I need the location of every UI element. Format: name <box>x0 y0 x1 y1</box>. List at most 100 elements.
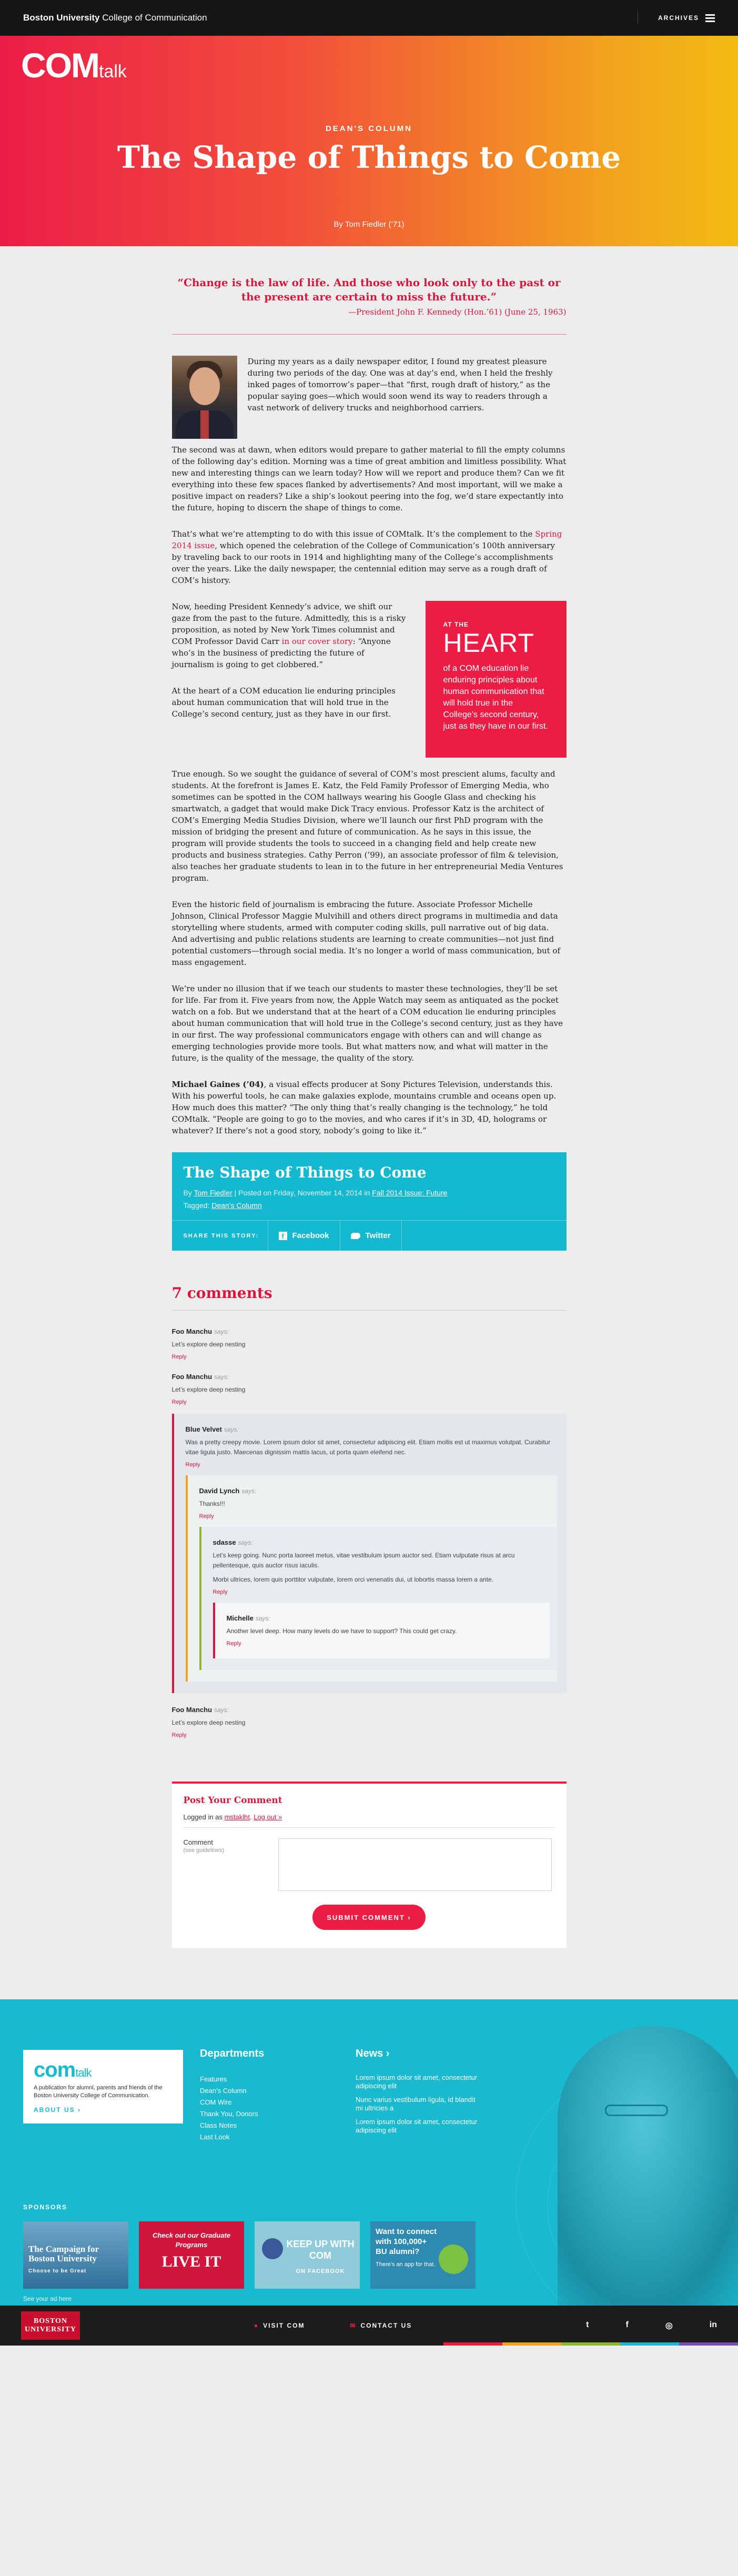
author-link[interactable]: Tom Fiedler <box>194 1189 232 1197</box>
comment-form: Post Your Comment Logged in as mstaklht.… <box>171 1782 567 1948</box>
paragraph: Michael Gaines (’04), a visual effects p… <box>171 1080 557 1135</box>
twitter-icon[interactable]: t <box>586 2320 589 2331</box>
man-with-glasses-photo <box>558 2026 738 2306</box>
sponsors-label: SPONSORS <box>23 2203 68 2211</box>
footer-logo[interactable]: comtalk <box>34 2058 173 2082</box>
dept-link[interactable]: Thank You, Donors <box>200 2108 264 2120</box>
article-body: “Change is the law of life. And those wh… <box>171 246 567 1948</box>
university-brand[interactable]: Boston University College of Communicati… <box>23 13 207 23</box>
twitter-icon <box>350 1232 360 1239</box>
facebook-share-button[interactable]: f Facebook <box>267 1220 340 1251</box>
comments-section: 7 comments Foo Manchu says: Let’s explore… <box>171 1284 567 1745</box>
reply-link[interactable]: Reply <box>172 1732 567 1738</box>
location-pin-icon: ● <box>254 2322 259 2329</box>
reply-link[interactable]: Reply <box>227 1641 550 1647</box>
news-link[interactable]: Lorem ipsum dolor sit amet, consectetur … <box>356 2074 482 2090</box>
user-link[interactable]: mstaklht <box>225 1813 250 1821</box>
paragraph: True enough. So we sought the guidance o… <box>171 769 563 883</box>
mail-icon: ✉ <box>350 2322 357 2329</box>
article-info-card: The Shape of Things to Come By Tom Fiedl… <box>171 1152 567 1251</box>
comment: Foo Manchu says: Let’s explore deep nesti… <box>172 1699 567 1745</box>
dept-link[interactable]: Class Notes <box>200 2120 264 2131</box>
paragraph: Even the historic field of journalism is… <box>171 900 561 967</box>
dept-link[interactable]: Dean’s Column <box>200 2085 264 2097</box>
tag-link[interactable]: Dean’s Column <box>211 1201 261 1210</box>
news-heading[interactable]: News › <box>356 2048 482 2060</box>
linkedin-icon[interactable]: in <box>710 2320 717 2331</box>
facebook-ad[interactable]: KEEP UP WITH COM ON FACEBOOK <box>255 2221 360 2289</box>
byline: By Tom Fiedler (’71) <box>333 220 405 229</box>
reply-link[interactable]: Reply <box>172 1399 567 1405</box>
comment: Foo Manchu says: Let’s explore deep nesti… <box>172 1321 567 1366</box>
comment: Blue Velvet says: Was a pretty creepy mov… <box>185 1419 567 1688</box>
submit-comment-button[interactable]: SUBMIT COMMENT › <box>312 1905 426 1930</box>
glasses-icon <box>605 2105 668 2116</box>
facebook-icon[interactable]: f <box>625 2320 628 2331</box>
divider <box>171 334 567 335</box>
comment-label: Comment (see guidelines) <box>183 1838 225 1854</box>
campaign-ad[interactable]: The Campaign for Boston University Choose… <box>23 2221 128 2289</box>
cover-story-link[interactable]: in our cover story <box>282 637 353 646</box>
login-status: Logged in as mstaklht. Log out » <box>183 1813 282 1821</box>
visit-com-link[interactable]: ● VISIT COM <box>254 2322 305 2329</box>
dept-link[interactable]: Last Look <box>200 2131 264 2143</box>
bu-logo[interactable]: BOSTON UNIVERSITY <box>21 2311 80 2340</box>
share-bar: SHARE THIS STORY: f Facebook Twitter <box>171 1220 567 1251</box>
comment-author: Blue Velvet <box>185 1425 222 1433</box>
graduate-programs-ad[interactable]: Check out our Graduate Programs LIVE IT <box>139 2221 244 2289</box>
comment-author: David Lynch <box>199 1487 240 1495</box>
comment-author: Michelle <box>226 1614 254 1622</box>
bottom-bar: BOSTON UNIVERSITY ● VISIT COM ✉ CONTACT US … <box>0 2306 738 2346</box>
comtalk-logo[interactable]: COMtalk <box>21 45 127 85</box>
thumbs-up-icon <box>262 2238 283 2259</box>
reply-link[interactable]: Reply <box>199 1513 557 1520</box>
news-link[interactable]: Nunc varius vestibulum ligula, id blandi… <box>356 2096 482 2112</box>
article-title: The Shape of Things to Come <box>117 139 621 175</box>
quote-attribution: —President John F. Kennedy (Hon.’61) (Ju… <box>348 307 567 317</box>
logout-link[interactable]: Log out » <box>254 1813 282 1821</box>
issue-link[interactable]: Fall 2014 Issue: Future <box>372 1189 447 1197</box>
comment: David Lynch says: Thanks!!! Reply sdasse s… <box>199 1481 557 1676</box>
comment-textarea[interactable] <box>278 1838 552 1891</box>
comments-heading: 7 comments <box>171 1284 272 1302</box>
news-link[interactable]: Lorem ipsum dolor sit amet, consectetur … <box>356 2118 482 2135</box>
comment: Foo Manchu says: Let’s explore deep nesti… <box>171 1366 567 1699</box>
color-stripe <box>443 2342 738 2346</box>
site-footer: comtalk A publication for alumni, parent… <box>0 1999 738 2306</box>
top-bar: Boston University College of Communicati… <box>0 0 738 36</box>
reply-link[interactable]: Reply <box>213 1589 550 1595</box>
comment-reply-thread: sdasse says: Let’s keep going. Nunc porta… <box>199 1527 557 1670</box>
refresh-icon <box>439 2245 468 2274</box>
hero-banner: COMtalk DEAN'S COLUMN The Shape of Thing… <box>0 36 738 246</box>
paragraph: The second was at dawn, when editors wou… <box>171 445 567 512</box>
heart-callout: AT THE HEART of a COM education lie endu… <box>425 601 567 758</box>
reply-link[interactable]: Reply <box>172 1354 567 1360</box>
dept-link[interactable]: Features <box>200 2074 264 2085</box>
comment-author: sdasse <box>213 1538 236 1546</box>
card-title: The Shape of Things to Come <box>183 1164 427 1181</box>
departments-column: Departments Features Dean’s Column COM W… <box>200 2048 264 2143</box>
paragraph: That’s what we’re attempting to do with … <box>171 529 562 585</box>
contact-us-link[interactable]: ✉ CONTACT US <box>350 2322 412 2329</box>
footer-about-box: comtalk A publication for alumni, parent… <box>23 2050 183 2124</box>
instagram-icon[interactable]: ◎ <box>665 2320 673 2331</box>
advertise-link[interactable]: See your ad here <box>23 2295 72 2302</box>
tags: Tagged: Dean’s Column <box>183 1201 262 1210</box>
hamburger-icon[interactable] <box>705 13 715 24</box>
comment-author: Foo Manchu <box>171 1373 213 1381</box>
paragraph: We’re under no illusion that if we teach… <box>171 984 563 1063</box>
comment-author: Foo Manchu <box>171 1327 213 1335</box>
twitter-share-button[interactable]: Twitter <box>339 1220 402 1251</box>
news-column: News › Lorem ipsum dolor sit amet, conse… <box>356 2048 482 2140</box>
comment: sdasse says: Let’s keep going. Nunc porta… <box>213 1532 557 1665</box>
about-us-link[interactable]: ABOUT US › <box>34 2106 81 2114</box>
pull-quote: “Change is the law of life. And those wh… <box>172 276 567 319</box>
comment-reply-thread: Michelle says: Another level deep. How ma… <box>213 1603 550 1658</box>
dept-link[interactable]: COM Wire <box>200 2097 264 2108</box>
author-portrait <box>171 356 237 439</box>
alumni-app-ad[interactable]: Want to connect with 100,000+ BU alumni?… <box>370 2221 476 2289</box>
post-meta: By Tom Fiedler | Posted on Friday, Novem… <box>183 1189 448 1197</box>
archives-menu[interactable]: ARCHIVES <box>637 11 715 25</box>
reply-link[interactable]: Reply <box>186 1462 557 1468</box>
comment: Michelle says: Another level deep. How ma… <box>227 1608 550 1653</box>
